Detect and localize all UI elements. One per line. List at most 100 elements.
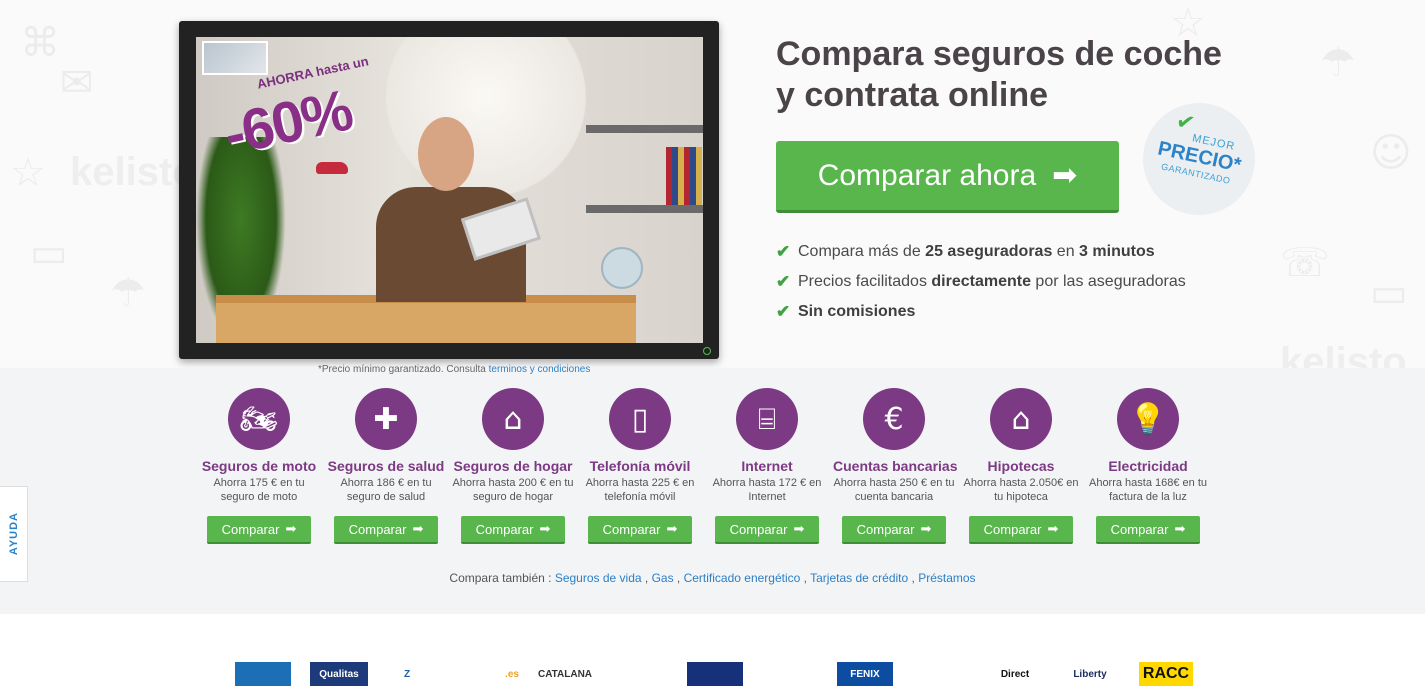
star-bg-icon: ☆ (10, 150, 46, 196)
insurer-logo (612, 662, 662, 686)
terms-link[interactable]: terminos y condiciones (489, 364, 591, 375)
insurer-logo: Z (395, 662, 419, 686)
umbrella-bg-icon: ☂ (110, 270, 146, 316)
house-icon[interactable]: ⌂ (482, 388, 544, 450)
product-card-salud: ✚ Seguros de salud Ahorra 186 € en tu se… (325, 388, 447, 544)
product-description: Ahorra hasta 168€ en tu factura de la lu… (1088, 477, 1208, 503)
product-title[interactable]: Hipotecas (960, 458, 1082, 474)
wall-photo (202, 41, 268, 75)
arrow-right-icon: ➡ (412, 521, 424, 536)
price-disclaimer: *Precio mínimo garantizado. Consulta ter… (318, 364, 591, 375)
insurer-logo (235, 662, 291, 686)
product-description: Ahorra hasta 2.050€ en tu hipoteca (963, 477, 1079, 503)
product-card-electricidad: 💡 Electricidad Ahorra hasta 168€ en tu f… (1087, 388, 1209, 544)
product-title[interactable]: Seguros de hogar (452, 458, 574, 474)
arrow-right-icon: ➡ (666, 521, 678, 536)
compare-movil-button[interactable]: Comparar ➡ (588, 516, 692, 544)
product-description: Ahorra hasta 172 € en Internet (712, 477, 822, 503)
books-image (666, 147, 702, 205)
insurer-logo (800, 662, 822, 686)
compare-hipotecas-button[interactable]: Comparar ➡ (969, 516, 1073, 544)
product-description: Ahorra 186 € en tu seguro de salud (340, 477, 432, 503)
insurer-logo: .es (500, 662, 524, 686)
products-section: 🏍 Seguros de moto Ahorra 175 € en tu seg… (0, 368, 1425, 614)
compare-moto-button[interactable]: Comparar ➡ (207, 516, 311, 544)
phone-bg-icon: ☏ (1280, 240, 1331, 286)
insurer-logo: CATALANA (534, 662, 596, 686)
umbrella-bg-icon: ☂ (1320, 40, 1356, 86)
desk-image (216, 295, 636, 343)
product-title[interactable]: Internet (706, 458, 828, 474)
insurer-logos: Qualitas Z .es CATALANA FENIX Direct Lib… (0, 614, 1425, 686)
product-card-movil: ▯ Telefonía móvil Ahorra hasta 225 € en … (579, 388, 701, 544)
product-card-hipotecas: ⌂ Hipotecas Ahorra hasta 2.050€ en tu hi… (960, 388, 1082, 544)
insurer-logo: Liberty (1055, 662, 1125, 686)
lightbulb-icon[interactable]: 💡 (1117, 388, 1179, 450)
checkmark-icon: ✔ (776, 242, 791, 261)
compare-now-button[interactable]: Comparar ahora ➡ (776, 141, 1119, 213)
headline-line-1: Compara seguros de coche (776, 35, 1222, 73)
compare-internet-button[interactable]: Comparar ➡ (715, 516, 819, 544)
benefits-list: ✔ Compara más de 25 aseguradoras en 3 mi… (776, 237, 1186, 327)
insurer-logo: Qualitas (310, 662, 368, 686)
link-gas[interactable]: Gas (652, 571, 674, 585)
benefit-item: ✔ Sin comisiones (776, 297, 1186, 327)
mobile-phone-icon[interactable]: ▯ (609, 388, 671, 450)
product-description: Ahorra hasta 250 € en tu cuenta bancaria (833, 477, 955, 503)
router-icon[interactable]: ⌸ (736, 388, 798, 450)
person-bg-icon: ☺ (1370, 130, 1412, 176)
motorcycle-icon[interactable]: 🏍 (228, 388, 290, 450)
product-description: Ahorra hasta 225 € en telefonía móvil (585, 477, 695, 503)
compare-also-links: Compara también : Seguros de vida , Gas … (449, 571, 976, 585)
video-frame: AHORRA hasta un -60% (196, 37, 703, 343)
product-card-internet: ⌸ Internet Ahorra hasta 172 € en Interne… (706, 388, 828, 544)
house-euro-icon[interactable]: ⌂ (990, 388, 1052, 450)
product-card-cuentas: € Cuentas bancarias Ahorra hasta 250 € e… (833, 388, 958, 544)
compare-now-label: Comparar ahora (817, 158, 1037, 192)
product-title[interactable]: Cuentas bancarias (833, 458, 958, 474)
background-watermark: kelisto (1280, 340, 1407, 368)
arrow-right-icon: ➡ (1174, 521, 1186, 536)
help-label: AYUDA (7, 512, 20, 556)
page-title: Compara seguros de coche y contrata onli… (776, 34, 1296, 116)
insurer-logo (687, 662, 743, 686)
plus-icon[interactable]: ✚ (355, 388, 417, 450)
product-title[interactable]: Telefonía móvil (579, 458, 701, 474)
compare-electricidad-button[interactable]: Comparar ➡ (1096, 516, 1200, 544)
product-description: Ahorra hasta 200 € en tu seguro de hogar (452, 477, 574, 503)
arrow-right-icon: ➡ (1047, 521, 1059, 536)
product-description: Ahorra 175 € en tu seguro de moto (213, 477, 305, 503)
link-tarjetas-credito[interactable]: Tarjetas de crédito (810, 571, 908, 585)
arrow-right-icon: ➡ (920, 521, 932, 536)
benefit-item: ✔ Precios facilitados directamente por l… (776, 267, 1186, 297)
compare-cuentas-button[interactable]: Comparar ➡ (842, 516, 946, 544)
help-tab[interactable]: AYUDA (0, 486, 28, 582)
link-certificado-energetico[interactable]: Certificado energético (684, 571, 801, 585)
car-icon (316, 162, 348, 174)
arrow-right-icon: ➡ (539, 521, 551, 536)
product-card-moto: 🏍 Seguros de moto Ahorra 175 € en tu seg… (198, 388, 320, 544)
insurer-logo: Direct (990, 662, 1040, 686)
checkmark-icon: ✔ (776, 272, 791, 291)
compare-salud-button[interactable]: Comparar ➡ (334, 516, 438, 544)
arrow-right-icon: ➡ (793, 521, 805, 536)
piggy-bank-icon[interactable]: € (863, 388, 925, 450)
product-title[interactable]: Seguros de moto (198, 458, 320, 474)
chat-bg-icon: ✉ (60, 60, 94, 106)
arrow-right-icon: ➡ (1052, 159, 1078, 192)
tv-video-player[interactable]: AHORRA hasta un -60% (179, 21, 719, 359)
hero-section: kelisto kelisto ⌘ ✉ ☆ ▭ ☂ ☆ ☂ ☺ ☏ ▭ AHOR… (0, 0, 1425, 368)
product-title[interactable]: Seguros de salud (325, 458, 447, 474)
benefit-item: ✔ Compara más de 25 aseguradoras en 3 mi… (776, 237, 1186, 267)
laptop-bg-icon: ▭ (30, 230, 68, 276)
headline-line-2: y contrata online (776, 76, 1049, 114)
product-card-hogar: ⌂ Seguros de hogar Ahorra hasta 200 € en… (452, 388, 574, 544)
link-seguros-vida[interactable]: Seguros de vida (555, 571, 642, 585)
link-prestamos[interactable]: Préstamos (918, 571, 975, 585)
product-title[interactable]: Electricidad (1087, 458, 1209, 474)
gamepad-bg-icon: ⌘ (20, 20, 60, 66)
background-watermark: kelisto (70, 150, 197, 194)
power-icon (703, 347, 711, 355)
compare-hogar-button[interactable]: Comparar ➡ (461, 516, 565, 544)
insurer-logo: RACC (1139, 662, 1193, 686)
